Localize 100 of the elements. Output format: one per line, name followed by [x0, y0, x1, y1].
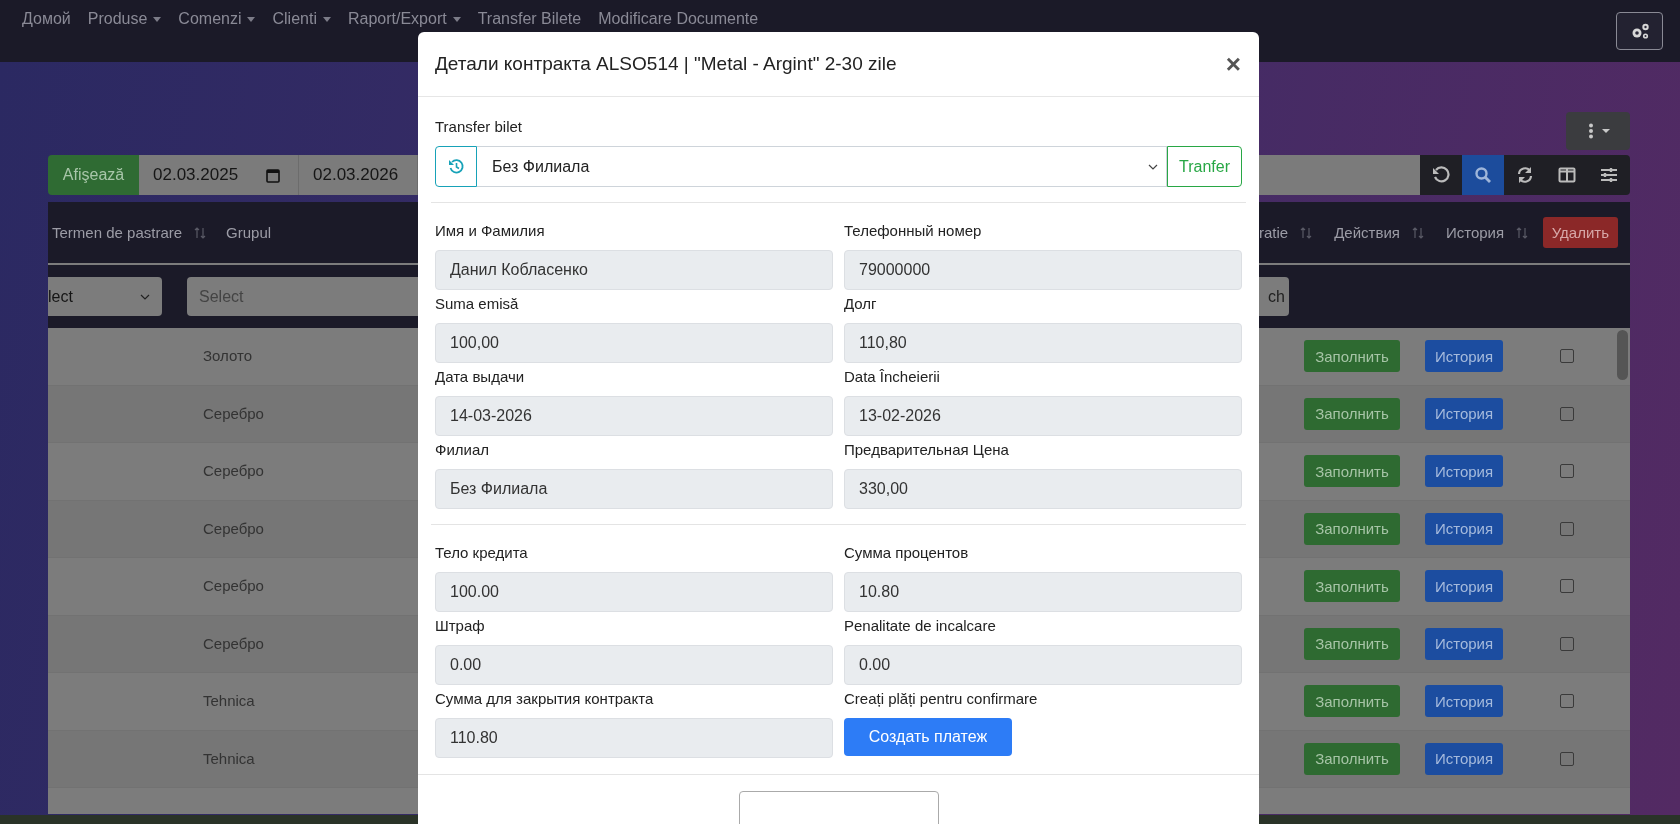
column-header[interactable]: Grupul [226, 224, 272, 241]
table-cell: Tehnica [203, 749, 255, 767]
readonly-field[interactable]: 110,80 [844, 323, 1242, 363]
column-header[interactable]: Termen de pastrare [52, 224, 183, 241]
readonly-field[interactable]: 0.00 [844, 645, 1242, 685]
search-field[interactable] [1259, 155, 1420, 195]
row-checkbox[interactable] [1560, 751, 1574, 766]
scrollbar[interactable] [1617, 330, 1628, 380]
calendar-icon [266, 167, 280, 183]
readonly-field[interactable]: 79000000 [844, 250, 1242, 290]
field-label: Suma emisă [435, 294, 520, 314]
history-button[interactable]: История [1425, 455, 1503, 488]
row-checkbox[interactable] [1560, 694, 1574, 709]
history-button[interactable]: История [1425, 397, 1503, 430]
table-cell: Серебро [203, 404, 264, 422]
search-button[interactable]: ch [1259, 277, 1289, 316]
field-label: Creați plăți pentru confirmare [844, 689, 1039, 709]
nav-item[interactable]: Produse [87, 10, 162, 28]
field-label: Сумма для закрытия контракта [435, 689, 655, 709]
fill-button[interactable]: Заполнить [1304, 340, 1400, 373]
readonly-field[interactable]: Без Филиала [435, 469, 833, 509]
field-label: Сумма процентов [844, 543, 970, 563]
field-label: Филиал [435, 440, 490, 460]
fill-button[interactable]: Заполнить [1304, 685, 1400, 718]
fill-button[interactable]: Заполнить [1304, 742, 1400, 775]
table-cell: Серебро [203, 462, 264, 480]
refresh-icon [1516, 166, 1534, 184]
chevron-down-icon [1148, 163, 1158, 170]
row-checkbox[interactable] [1560, 579, 1574, 594]
show-button[interactable]: Afişează [48, 155, 139, 195]
modal-title: Детали контракта ALSO514 | "Metal - Argint" 2-30 zile [435, 53, 897, 75]
readonly-field[interactable]: 0.00 [435, 645, 833, 685]
readonly-field[interactable]: 14-03-2026 [435, 396, 833, 436]
history-button[interactable]: История [1425, 627, 1503, 660]
field-label: Data Încheierii [844, 367, 941, 387]
create-payment-button[interactable]: Создать платеж [844, 718, 1012, 756]
readonly-field[interactable]: 10.80 [844, 572, 1242, 612]
history-button[interactable] [435, 146, 477, 187]
history-button[interactable]: История [1425, 742, 1503, 775]
readonly-field[interactable]: 330,00 [844, 469, 1242, 509]
history-button[interactable]: История [1425, 685, 1503, 718]
fill-button[interactable]: Заполнить [1304, 512, 1400, 545]
readonly-field[interactable]: 100.00 [435, 572, 833, 612]
fill-button[interactable]: Заполнить [1304, 455, 1400, 488]
branch-select[interactable]: Без Филиала [477, 146, 1167, 187]
history-button[interactable]: История [1425, 570, 1503, 603]
history-icon [447, 158, 465, 175]
row-checkbox[interactable] [1560, 464, 1574, 479]
more-menu-button[interactable] [1566, 112, 1630, 150]
search-button[interactable] [1462, 155, 1504, 195]
delete-button[interactable]: Удалить [1542, 217, 1618, 248]
row-checkbox[interactable] [1560, 521, 1574, 536]
table-cell: Tehnica [203, 692, 255, 710]
select-field[interactable]: lect [48, 277, 162, 316]
field-label: Transfer bilet [435, 117, 523, 137]
footer-button[interactable] [738, 791, 939, 824]
settings-button[interactable] [1616, 12, 1663, 50]
chevron-down-icon [140, 293, 150, 300]
readonly-field[interactable]: 100,00 [435, 323, 833, 363]
row-checkbox[interactable] [1560, 406, 1574, 421]
column-header[interactable]: Действия [1334, 224, 1400, 241]
readonly-field[interactable]: 110.80 [435, 718, 833, 758]
close-button[interactable]: × [1225, 48, 1241, 80]
field-label: Тело кредита [435, 543, 529, 563]
nav-item[interactable]: Clienti [272, 10, 331, 28]
readonly-field[interactable]: Данил Кобласенко [435, 250, 833, 290]
nav-item[interactable]: Comenzi [178, 10, 256, 28]
select-input[interactable]: Select [187, 277, 418, 316]
filter-settings-button[interactable] [1588, 155, 1630, 195]
row-checkbox[interactable] [1560, 636, 1574, 651]
readonly-field[interactable]: 13-02-2026 [844, 396, 1242, 436]
field-label: Долг [844, 294, 878, 314]
field-label: Телефонный номер [844, 221, 983, 241]
transfer-button[interactable]: Tranfer [1167, 146, 1242, 187]
fill-button[interactable]: Заполнить [1304, 397, 1400, 430]
history-button[interactable]: История [1425, 512, 1503, 545]
undo-icon [1432, 166, 1450, 184]
field-label: Имя и Фамилия [435, 221, 546, 241]
nav-item[interactable]: Raport/Export [347, 10, 461, 28]
date-field[interactable]: 02.03.2026 [299, 155, 418, 195]
history-button[interactable]: История [1425, 340, 1503, 373]
table-cell: Серебро [203, 634, 264, 652]
sliders-icon [1600, 167, 1618, 183]
search-icon [1474, 166, 1492, 184]
field-label: Penalitate de incalcare [844, 616, 997, 636]
table-cell: Золото [203, 347, 253, 365]
nav-item[interactable]: Домой [22, 10, 71, 28]
columns-icon [1558, 167, 1576, 183]
fill-button[interactable]: Заполнить [1304, 570, 1400, 603]
nav-item[interactable]: Transfer Bilete [477, 10, 582, 28]
refresh-button[interactable] [1504, 155, 1546, 195]
field-label: Штраф [435, 616, 486, 636]
column-header[interactable]: ratie [1259, 224, 1289, 241]
undo-button[interactable] [1420, 155, 1462, 195]
date-field[interactable]: 02.03.2025 [139, 155, 299, 195]
column-header[interactable]: История [1445, 224, 1505, 241]
nav-item[interactable]: Modificare Documente [598, 10, 759, 28]
fill-button[interactable]: Заполнить [1304, 627, 1400, 660]
row-checkbox[interactable] [1560, 349, 1574, 364]
field-label: Предварительная Цена [844, 440, 1010, 460]
